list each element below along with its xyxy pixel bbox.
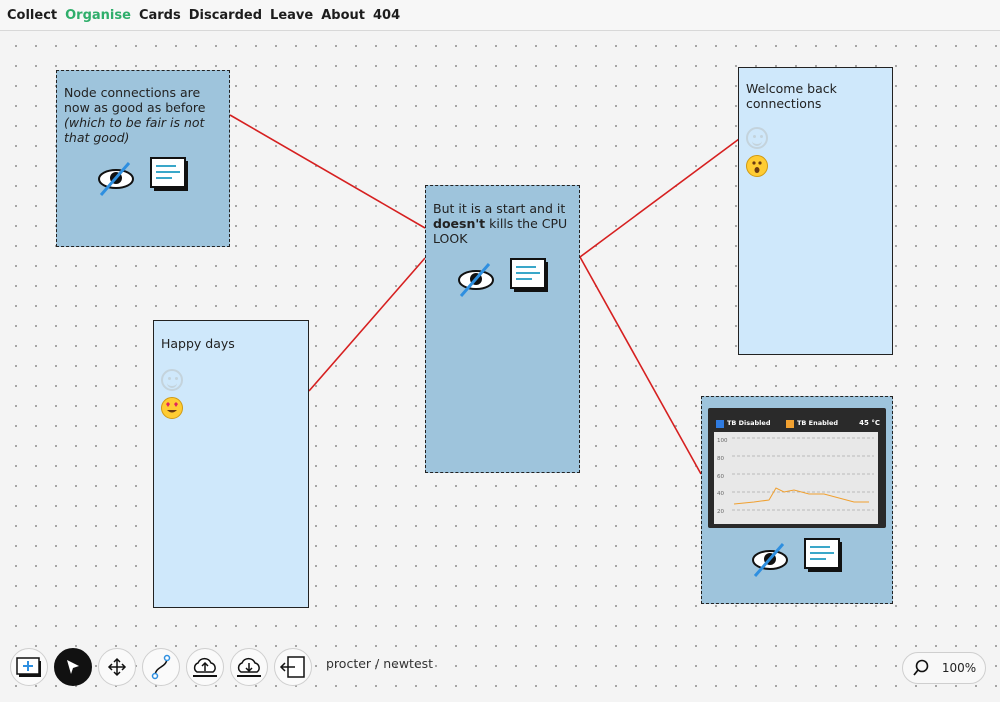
nav-404[interactable]: 404 (373, 8, 400, 23)
card-node-connections[interactable]: Node connections are now as good as befo… (56, 70, 230, 247)
surprised-emoji-icon[interactable] (746, 155, 768, 177)
exit-icon (279, 656, 305, 678)
zoom-level: 100% (941, 661, 977, 675)
text-lines-icon[interactable] (509, 258, 550, 301)
nav-collect[interactable]: Collect (7, 8, 57, 23)
exit-board-button[interactable] (274, 648, 312, 686)
temperature-readout: 45 °C (859, 419, 880, 427)
connect-tool-button[interactable] (142, 648, 180, 686)
upload-button[interactable] (186, 648, 224, 686)
hide-icon[interactable] (96, 157, 136, 200)
nav-organise[interactable]: Organise (65, 8, 131, 23)
nav-cards[interactable]: Cards (139, 8, 181, 23)
move-tool-button[interactable] (98, 648, 136, 686)
card-chart-image[interactable]: TB Disabled TB Enabled 45 °C 100 80 60 4… (701, 396, 893, 604)
text-lines-icon[interactable] (150, 157, 190, 200)
move-icon (107, 657, 127, 677)
card-text: Happy days (161, 336, 235, 351)
chart-photo: TB Disabled TB Enabled 45 °C 100 80 60 4… (708, 408, 886, 528)
connect-icon (151, 654, 171, 680)
card-text: But it is a start and it doesn't kills t… (433, 201, 568, 246)
text-lines-icon[interactable] (804, 538, 844, 581)
card-happy-days[interactable]: Happy days (153, 320, 309, 608)
card-text: Node connections are now as good as befo… (64, 85, 206, 145)
download-cloud-icon (237, 657, 261, 677)
add-card-button[interactable] (10, 648, 48, 686)
legend-disabled: TB Disabled (727, 419, 771, 427)
hide-icon[interactable] (456, 258, 496, 301)
pointer-icon (67, 660, 79, 674)
hide-icon[interactable] (750, 538, 790, 581)
nav-about[interactable]: About (321, 8, 365, 23)
search-icon (913, 659, 929, 676)
heart-eyes-emoji-icon[interactable] (161, 397, 183, 419)
download-button[interactable] (230, 648, 268, 686)
upload-cloud-icon (193, 657, 217, 677)
nav-leave[interactable]: Leave (270, 8, 313, 23)
select-tool-button[interactable] (54, 648, 92, 686)
nav-discarded[interactable]: Discarded (189, 8, 262, 23)
add-reaction-icon[interactable] (161, 369, 183, 391)
legend-enabled: TB Enabled (797, 419, 839, 427)
zoom-control[interactable]: 100% (902, 652, 986, 684)
top-nav: Collect Organise Cards Discarded Leave A… (0, 0, 1000, 31)
add-card-icon (16, 657, 41, 677)
bottom-toolbar: procter / newtest (10, 648, 433, 686)
card-text: Welcome back connections (746, 81, 837, 111)
board-breadcrumb[interactable]: procter / newtest (326, 656, 433, 671)
card-welcome[interactable]: Welcome back connections (738, 67, 893, 355)
card-start[interactable]: But it is a start and it doesn't kills t… (425, 185, 580, 473)
add-reaction-icon[interactable] (746, 127, 768, 149)
